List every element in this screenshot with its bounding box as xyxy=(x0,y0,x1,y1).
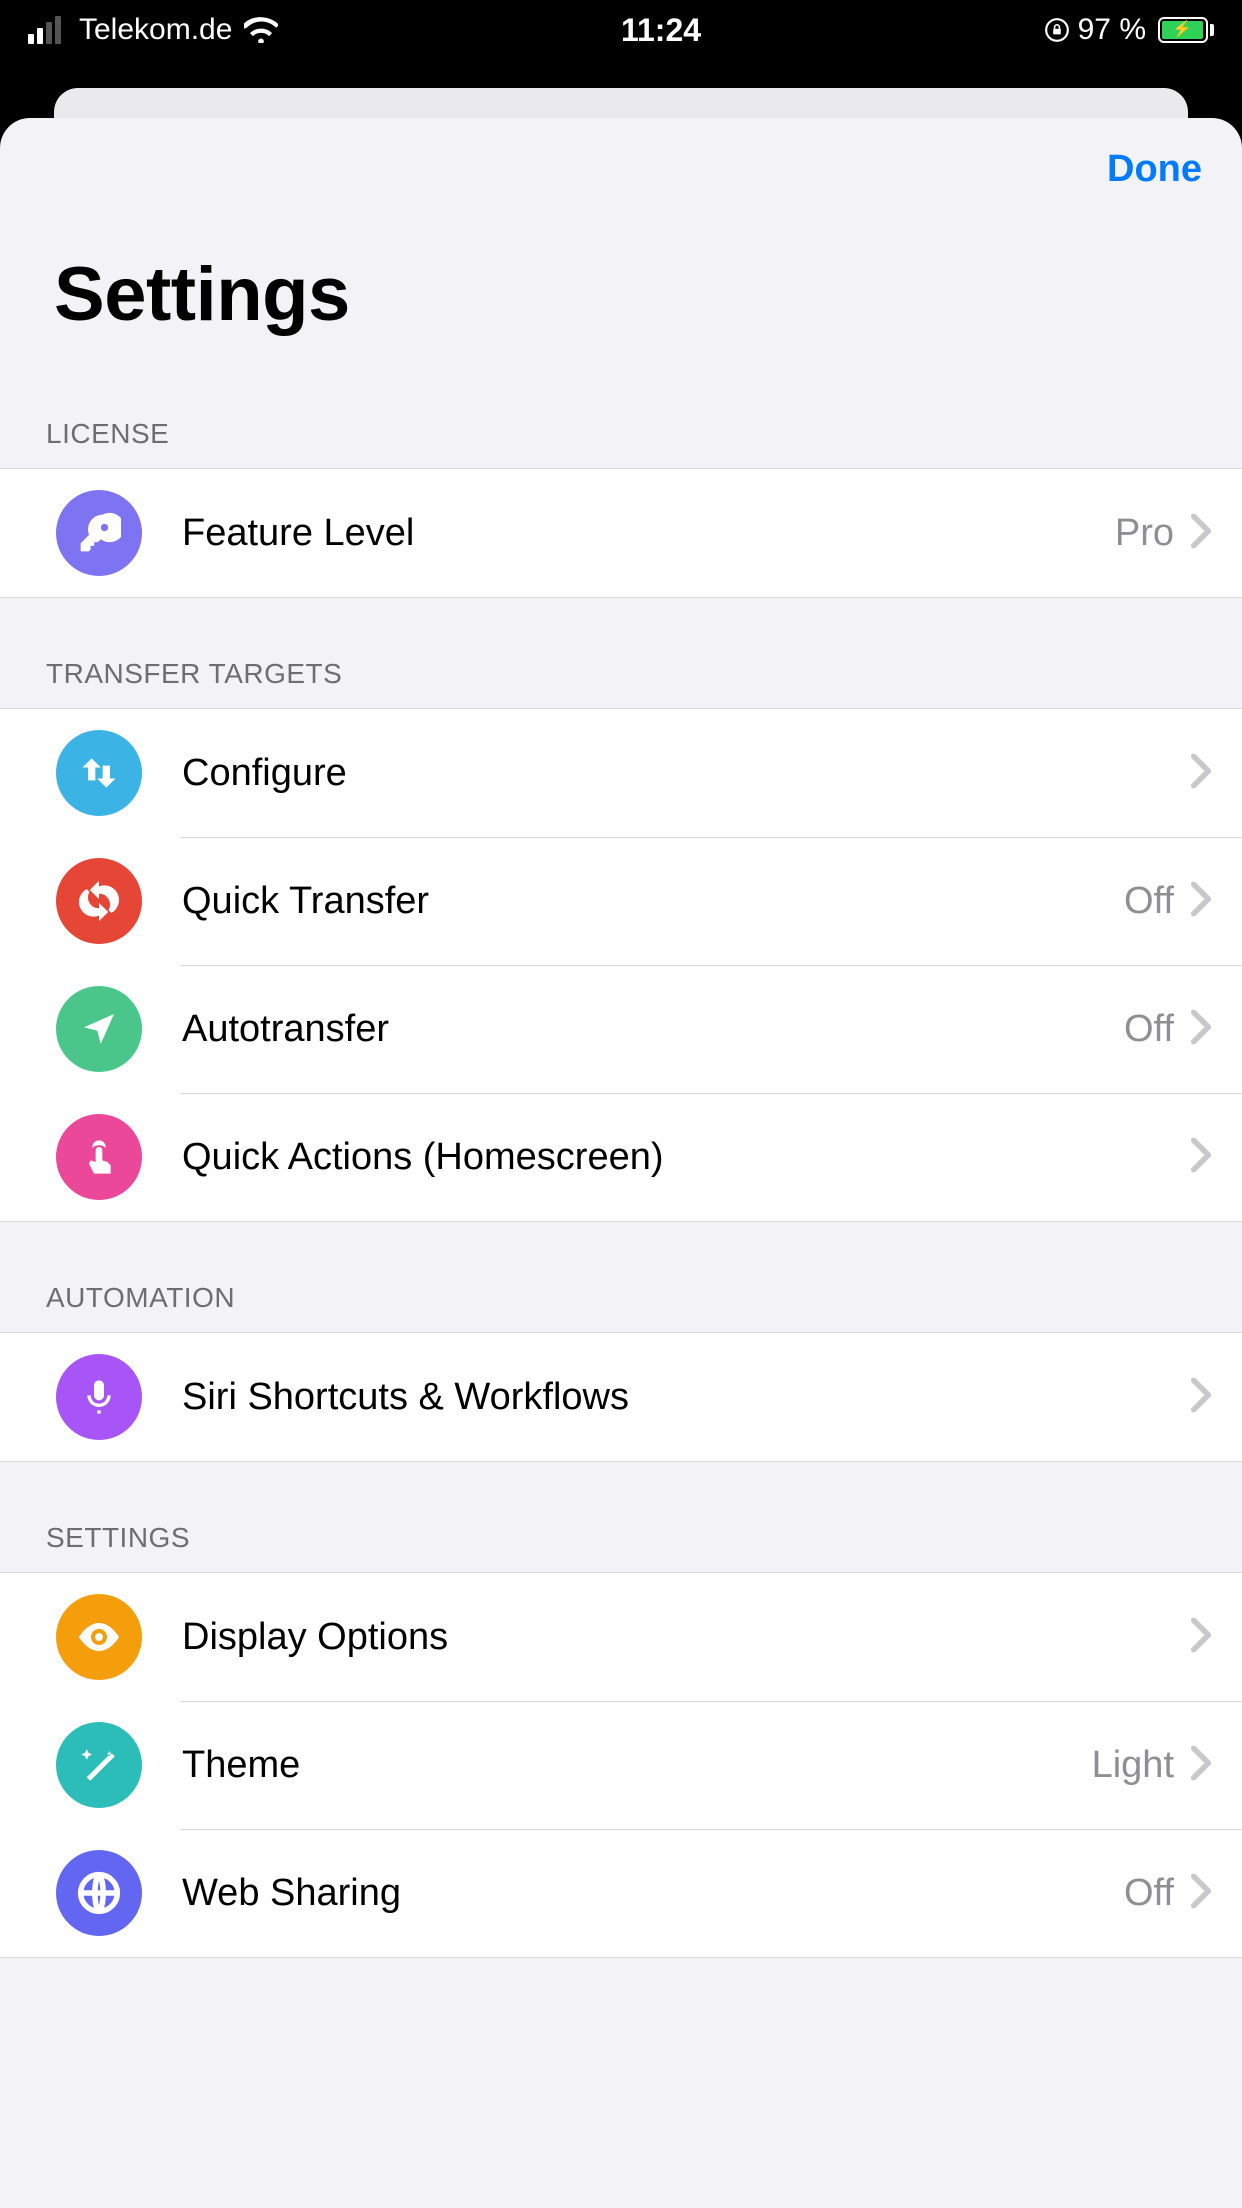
row-label: Display Options xyxy=(182,1616,1190,1659)
row-label: Web Sharing xyxy=(182,1872,1124,1915)
updown-icon xyxy=(56,730,142,816)
key-icon xyxy=(56,490,142,576)
row-configure[interactable]: Configure xyxy=(0,709,1242,837)
chevron-right-icon xyxy=(1190,1744,1212,1787)
row-display-options[interactable]: Display Options xyxy=(0,1573,1242,1701)
row-value: Off xyxy=(1124,1008,1174,1051)
row-feature-level[interactable]: Feature Level Pro xyxy=(0,469,1242,597)
sync-icon xyxy=(56,858,142,944)
row-value: Light xyxy=(1092,1744,1174,1787)
signal-icon xyxy=(28,16,61,44)
done-button[interactable]: Done xyxy=(1107,148,1202,191)
row-label: Quick Transfer xyxy=(182,880,1124,923)
row-siri-shortcuts[interactable]: Siri Shortcuts & Workflows xyxy=(0,1333,1242,1461)
row-quick-transfer[interactable]: Quick Transfer Off xyxy=(0,837,1242,965)
row-value: Off xyxy=(1124,880,1174,923)
row-label: Quick Actions (Homescreen) xyxy=(182,1136,1190,1179)
chevron-right-icon xyxy=(1190,752,1212,795)
row-autotransfer[interactable]: Autotransfer Off xyxy=(0,965,1242,1093)
chevron-right-icon xyxy=(1190,512,1212,555)
chevron-right-icon xyxy=(1190,1616,1212,1659)
eye-icon xyxy=(56,1594,142,1680)
carrier-label: Telekom.de xyxy=(79,13,232,47)
globe-icon xyxy=(56,1850,142,1936)
settings-sheet: Done Settings LICENSE Feature Level Pro … xyxy=(0,118,1242,2208)
location-arrow-icon xyxy=(56,986,142,1072)
row-theme[interactable]: Theme Light xyxy=(0,1701,1242,1829)
chevron-right-icon xyxy=(1190,1376,1212,1419)
section-header-automation: AUTOMATION xyxy=(0,1222,1242,1332)
page-title: Settings xyxy=(40,251,1202,338)
status-bar: Telekom.de 11:24 97 % ⚡ xyxy=(0,0,1242,60)
row-label: Feature Level xyxy=(182,512,1115,555)
row-quick-actions[interactable]: Quick Actions (Homescreen) xyxy=(0,1093,1242,1221)
row-value: Off xyxy=(1124,1872,1174,1915)
row-label: Configure xyxy=(182,752,1190,795)
wand-icon xyxy=(56,1722,142,1808)
chevron-right-icon xyxy=(1190,880,1212,923)
battery-icon: ⚡ xyxy=(1158,17,1214,43)
chevron-right-icon xyxy=(1190,1872,1212,1915)
row-label: Autotransfer xyxy=(182,1008,1124,1051)
row-label: Siri Shortcuts & Workflows xyxy=(182,1376,1190,1419)
row-label: Theme xyxy=(182,1744,1092,1787)
section-header-settings: SETTINGS xyxy=(0,1462,1242,1572)
touch-icon xyxy=(56,1114,142,1200)
chevron-right-icon xyxy=(1190,1008,1212,1051)
battery-percent: 97 % xyxy=(1078,13,1146,47)
row-web-sharing[interactable]: Web Sharing Off xyxy=(0,1829,1242,1957)
row-value: Pro xyxy=(1115,512,1174,555)
section-header-transfer: TRANSFER TARGETS xyxy=(0,598,1242,708)
mic-icon xyxy=(56,1354,142,1440)
chevron-right-icon xyxy=(1190,1136,1212,1179)
section-header-license: LICENSE xyxy=(0,338,1242,468)
wifi-icon xyxy=(244,17,278,43)
orientation-lock-icon xyxy=(1044,17,1070,43)
status-time: 11:24 xyxy=(278,12,1043,49)
